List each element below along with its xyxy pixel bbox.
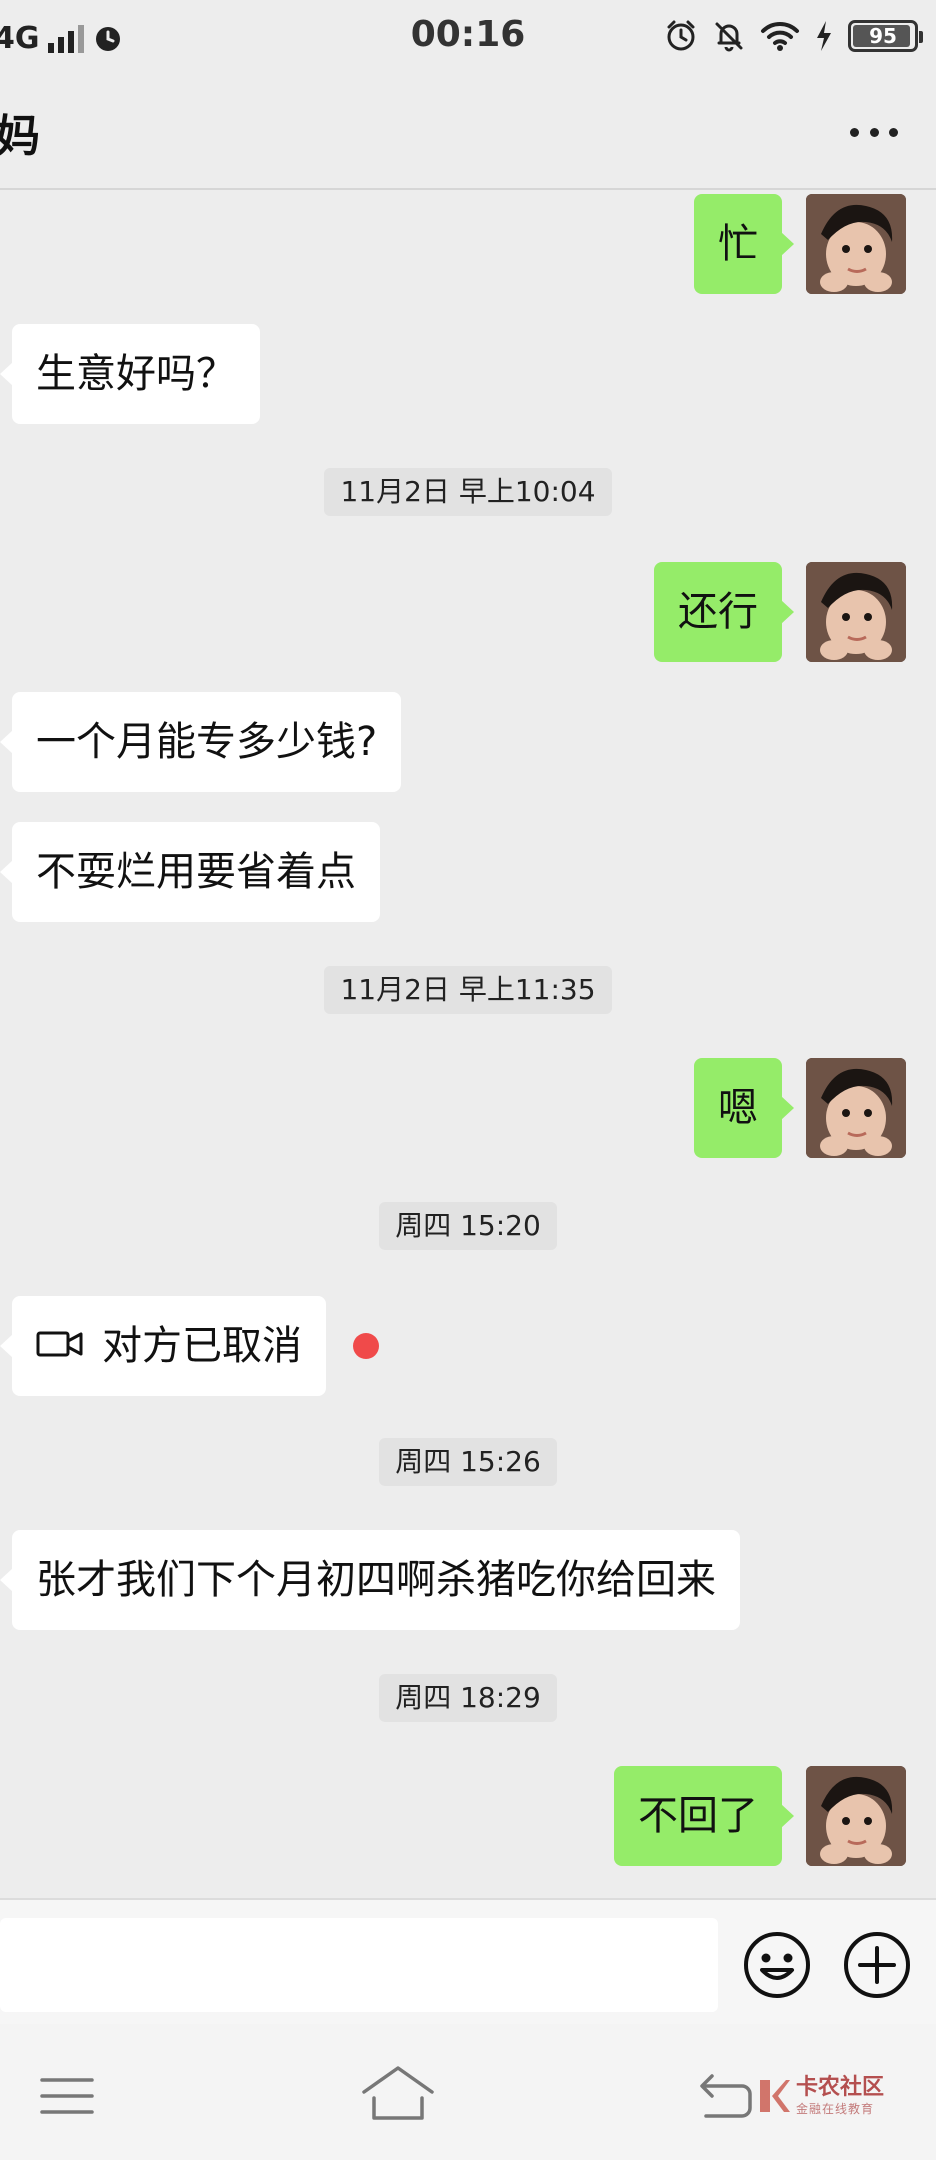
battery-indicator: 95: [848, 20, 923, 52]
avatar-image: [806, 194, 906, 294]
watermark-logo-icon: [760, 2080, 790, 2112]
timestamp: 周四 15:26: [0, 1438, 936, 1486]
chat-header: 妈: [0, 72, 936, 190]
message-sent[interactable]: 还行: [654, 562, 794, 662]
status-bar: 4G 00:16 95: [0, 0, 936, 72]
message-input[interactable]: [0, 1918, 718, 2012]
watermark-sub: 金融在线教育: [796, 2102, 875, 2116]
more-icon-dot: [889, 127, 898, 137]
message-received[interactable]: 一个月能专多少钱?: [0, 692, 402, 792]
watermark: 卡农社区 金融在线教育: [756, 2068, 884, 2124]
wifi-icon: [761, 21, 799, 51]
menu-icon[interactable]: [40, 2076, 94, 2116]
timestamp-label: 11月2日 早上10:04: [324, 468, 612, 516]
video-call-icon: [36, 1331, 83, 1357]
unread-indicator: [353, 1333, 379, 1359]
chat-title: 妈: [0, 111, 40, 162]
message-list[interactable]: 忙 生意好吗？ 11月2日 早上10:04 还行 一个月能专多少钱? 不耍烂用要…: [0, 190, 936, 1898]
message-received[interactable]: 生意好吗？: [0, 324, 260, 424]
avatar[interactable]: [806, 1058, 906, 1158]
avatar[interactable]: [806, 1766, 906, 1866]
video-call-message[interactable]: 对方已取消: [0, 1296, 326, 1396]
message-sent[interactable]: 不回了: [614, 1766, 794, 1866]
back-icon[interactable]: [696, 2072, 752, 2118]
avatar[interactable]: [806, 562, 906, 662]
system-navigation-bar: 卡农社区 金融在线教育: [0, 2024, 936, 2160]
home-icon[interactable]: [360, 2064, 436, 2124]
charging-icon: [817, 21, 831, 51]
timestamp-label: 周四 15:26: [379, 1438, 557, 1486]
avatar[interactable]: [806, 194, 906, 294]
timestamp: 11月2日 早上10:04: [0, 468, 936, 516]
message-sent[interactable]: 嗯: [694, 1058, 794, 1158]
input-bar: [0, 1898, 936, 2024]
mute-icon: [715, 22, 743, 52]
status-right: 95: [664, 16, 923, 56]
more-icon-dot: [869, 127, 879, 137]
watermark-main: 卡农社区: [796, 2075, 885, 2100]
message-received[interactable]: 不耍烂用要省着点: [0, 822, 380, 922]
message-sent[interactable]: 忙: [694, 194, 794, 294]
video-call-status: 对方已取消: [102, 1323, 302, 1369]
plus-icon[interactable]: [842, 1930, 912, 2000]
timestamp-label: 周四 15:20: [379, 1202, 557, 1250]
more-options-button[interactable]: [844, 112, 904, 152]
timestamp: 周四 18:29: [0, 1674, 936, 1722]
avatar-image: [806, 562, 906, 662]
more-icon: [850, 127, 859, 137]
message-received[interactable]: 张才我们下个月初四啊杀猪吃你给回来: [0, 1530, 740, 1630]
alarm-clock-icon: [667, 20, 695, 51]
watermark-text: 卡农社区 金融在线教育: [796, 2075, 885, 2116]
avatar-image: [806, 1058, 906, 1158]
timestamp-label: 11月2日 早上11:35: [324, 966, 612, 1014]
emoji-icon[interactable]: [742, 1930, 812, 2000]
timestamp: 11月2日 早上11:35: [0, 966, 936, 1014]
timestamp-label: 周四 18:29: [379, 1674, 557, 1722]
avatar-image: [806, 1766, 906, 1866]
battery-text: 95: [869, 24, 897, 48]
timestamp: 周四 15:20: [0, 1202, 936, 1250]
